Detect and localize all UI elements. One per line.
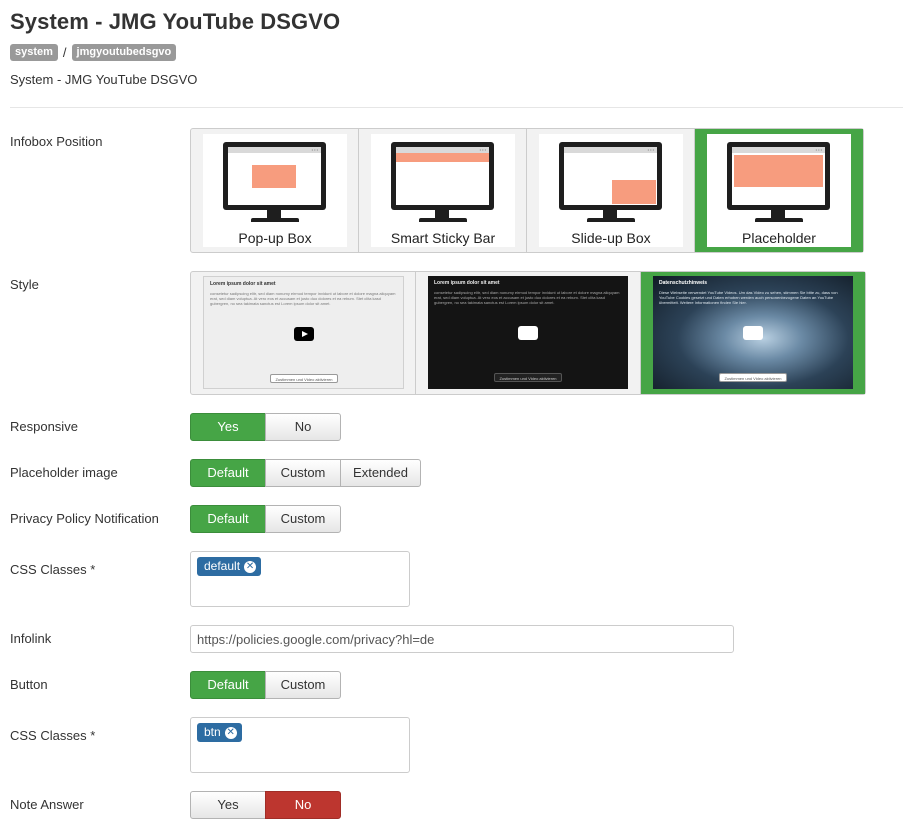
style-preview-title: Lorem ipsum dolor sit amet (210, 281, 276, 287)
placeholder-custom-button[interactable]: Custom (265, 459, 341, 487)
style-label: Style (10, 277, 39, 292)
infobox-option-slide-up-box[interactable]: • • • Slide-up Box (527, 129, 695, 252)
button-style-toggle: Default Custom (190, 671, 341, 699)
style-preview-button: Zustimmen und Video aktivieren (719, 373, 787, 382)
option-label: Smart Sticky Bar (390, 230, 496, 246)
css-classes-label-2: CSS Classes * (10, 728, 96, 743)
remove-tag-icon[interactable]: ✕ (224, 726, 237, 739)
button-label: Button (10, 677, 48, 692)
option-label: Placeholder (742, 230, 816, 246)
popup-box-preview: • • • Pop-up Box (203, 134, 347, 247)
infolink-label: Infolink (10, 631, 52, 646)
style-preview-title: Datenschutzhinweis (659, 280, 708, 286)
option-label: Slide-up Box (571, 230, 651, 246)
play-icon (294, 327, 314, 341)
dark-style-preview: Lorem ipsum dolor sit amet consetetur sa… (428, 276, 628, 389)
infobox-option-popup-box[interactable]: • • • Pop-up Box (191, 129, 359, 252)
placeholder-image-label: Placeholder image (10, 465, 118, 480)
tag-chip: btn ✕ (197, 723, 242, 742)
page-title: System - JMG YouTube DSGVO (10, 9, 341, 34)
infolink-input[interactable] (190, 625, 734, 653)
tag-chip-label: default (204, 559, 241, 573)
style-preview-text: consetetur sadipscing elitr, sed diam no… (210, 291, 396, 306)
infobox-position-selector: • • • Pop-up Box • • • Smart Sticky Bar … (190, 128, 864, 253)
infobox-position-label: Infobox Position (10, 134, 103, 149)
style-preview-button: Zustimmen und Video aktivieren (270, 374, 338, 383)
style-preview-button: Zustimmen und Video aktivieren (494, 373, 562, 382)
style-preview-title: Lorem ipsum dolor sit amet (434, 280, 500, 286)
privacy-policy-toggle: Default Custom (190, 505, 341, 533)
note-answer-label: Note Answer (10, 797, 84, 812)
tag-chip-label: btn (204, 725, 221, 739)
play-icon (743, 326, 763, 340)
play-icon (518, 326, 538, 340)
placeholder-extended-button[interactable]: Extended (340, 459, 421, 487)
note-answer-toggle: Yes No (190, 791, 341, 819)
tag-chip: default ✕ (197, 557, 262, 576)
divider (10, 107, 903, 108)
infobox-option-smart-sticky-bar[interactable]: • • • Smart Sticky Bar (359, 129, 527, 252)
button-custom-button[interactable]: Custom (265, 671, 341, 699)
responsive-toggle: Yes No (190, 413, 341, 441)
light-style-preview: Lorem ipsum dolor sit amet consetetur sa… (203, 276, 404, 389)
responsive-yes-button[interactable]: Yes (190, 413, 266, 441)
style-option-dark[interactable]: Lorem ipsum dolor sit amet consetetur sa… (416, 272, 641, 394)
style-preview-text: Diese Webseite verwendet YouTube Videos.… (659, 290, 838, 305)
breadcrumb-separator: / (62, 45, 67, 60)
privacy-custom-button[interactable]: Custom (265, 505, 341, 533)
placeholder-image-toggle: Default Custom Extended (190, 459, 421, 487)
style-preview-text: consetetur sadipscing elitr, sed diam no… (434, 290, 620, 305)
plugin-description: System - JMG YouTube DSGVO (10, 72, 198, 87)
smart-sticky-bar-preview: • • • Smart Sticky Bar (371, 134, 515, 247)
responsive-no-button[interactable]: No (265, 413, 341, 441)
button-default-button[interactable]: Default (190, 671, 266, 699)
style-option-light[interactable]: Lorem ipsum dolor sit amet consetetur sa… (191, 272, 416, 394)
note-answer-yes-button[interactable]: Yes (190, 791, 266, 819)
infobox-option-placeholder[interactable]: • • • Placeholder (695, 129, 863, 252)
privacy-policy-label: Privacy Policy Notification (10, 511, 159, 526)
style-selector: Lorem ipsum dolor sit amet consetetur sa… (190, 271, 866, 395)
privacy-default-button[interactable]: Default (190, 505, 266, 533)
note-answer-no-button[interactable]: No (265, 791, 341, 819)
style-option-image[interactable]: Datenschutzhinweis Diese Webseite verwen… (641, 272, 865, 394)
placeholder-default-button[interactable]: Default (190, 459, 266, 487)
image-style-preview: Datenschutzhinweis Diese Webseite verwen… (653, 276, 853, 389)
css-classes-tag-input[interactable]: default ✕ (190, 551, 410, 607)
plugin-element-badge: jmgyoutubedsgvo (71, 44, 177, 61)
remove-tag-icon[interactable]: ✕ (244, 560, 257, 573)
css-classes-tag-input-2[interactable]: btn ✕ (190, 717, 410, 773)
placeholder-preview: • • • Placeholder (707, 134, 851, 247)
plugin-group-badge: system (10, 44, 58, 61)
css-classes-label: CSS Classes * (10, 562, 96, 577)
slide-up-box-preview: • • • Slide-up Box (539, 134, 683, 247)
option-label: Pop-up Box (238, 230, 312, 246)
breadcrumb: system / jmgyoutubedsgvo (10, 44, 177, 61)
responsive-label: Responsive (10, 419, 78, 434)
